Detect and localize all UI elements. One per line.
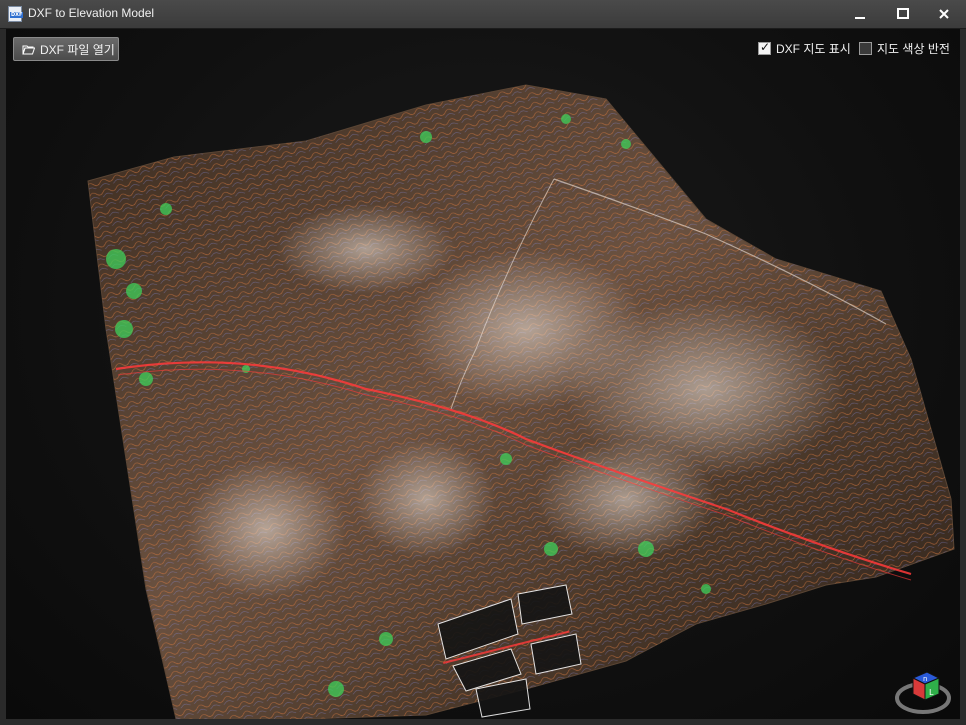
close-icon <box>939 9 949 19</box>
app-window: DXF DXF to Elevation Model n L DXF 파일 열기… <box>0 0 966 725</box>
invert-colors-checkbox[interactable] <box>859 42 872 55</box>
terrain-model[interactable] <box>6 29 960 719</box>
show-map-checkbox[interactable] <box>758 40 771 55</box>
title-bar[interactable]: DXF DXF to Elevation Model <box>0 0 966 29</box>
open-dxf-label: DXF 파일 열기 <box>40 42 115 57</box>
close-button[interactable] <box>926 0 962 28</box>
open-dxf-button[interactable]: DXF 파일 열기 <box>13 37 119 61</box>
folder-open-icon <box>22 45 35 54</box>
cube-top-label: n <box>923 675 927 683</box>
navigation-cube-icon[interactable]: n L <box>893 660 953 718</box>
minimize-button[interactable] <box>842 0 878 28</box>
invert-colors-option[interactable]: 지도 색상 반전 <box>859 40 950 57</box>
window-title: DXF to Elevation Model <box>28 6 155 20</box>
maximize-icon <box>897 8 909 19</box>
cube-front-label: L <box>929 688 934 697</box>
3d-viewport[interactable]: n L <box>6 29 960 719</box>
maximize-button[interactable] <box>885 0 921 28</box>
invert-colors-label: 지도 색상 반전 <box>877 42 950 56</box>
app-icon: DXF <box>8 6 24 22</box>
show-map-label: DXF 지도 표시 <box>776 42 851 56</box>
show-map-option[interactable]: DXF 지도 표시 <box>758 40 851 57</box>
minimize-icon <box>855 17 865 19</box>
